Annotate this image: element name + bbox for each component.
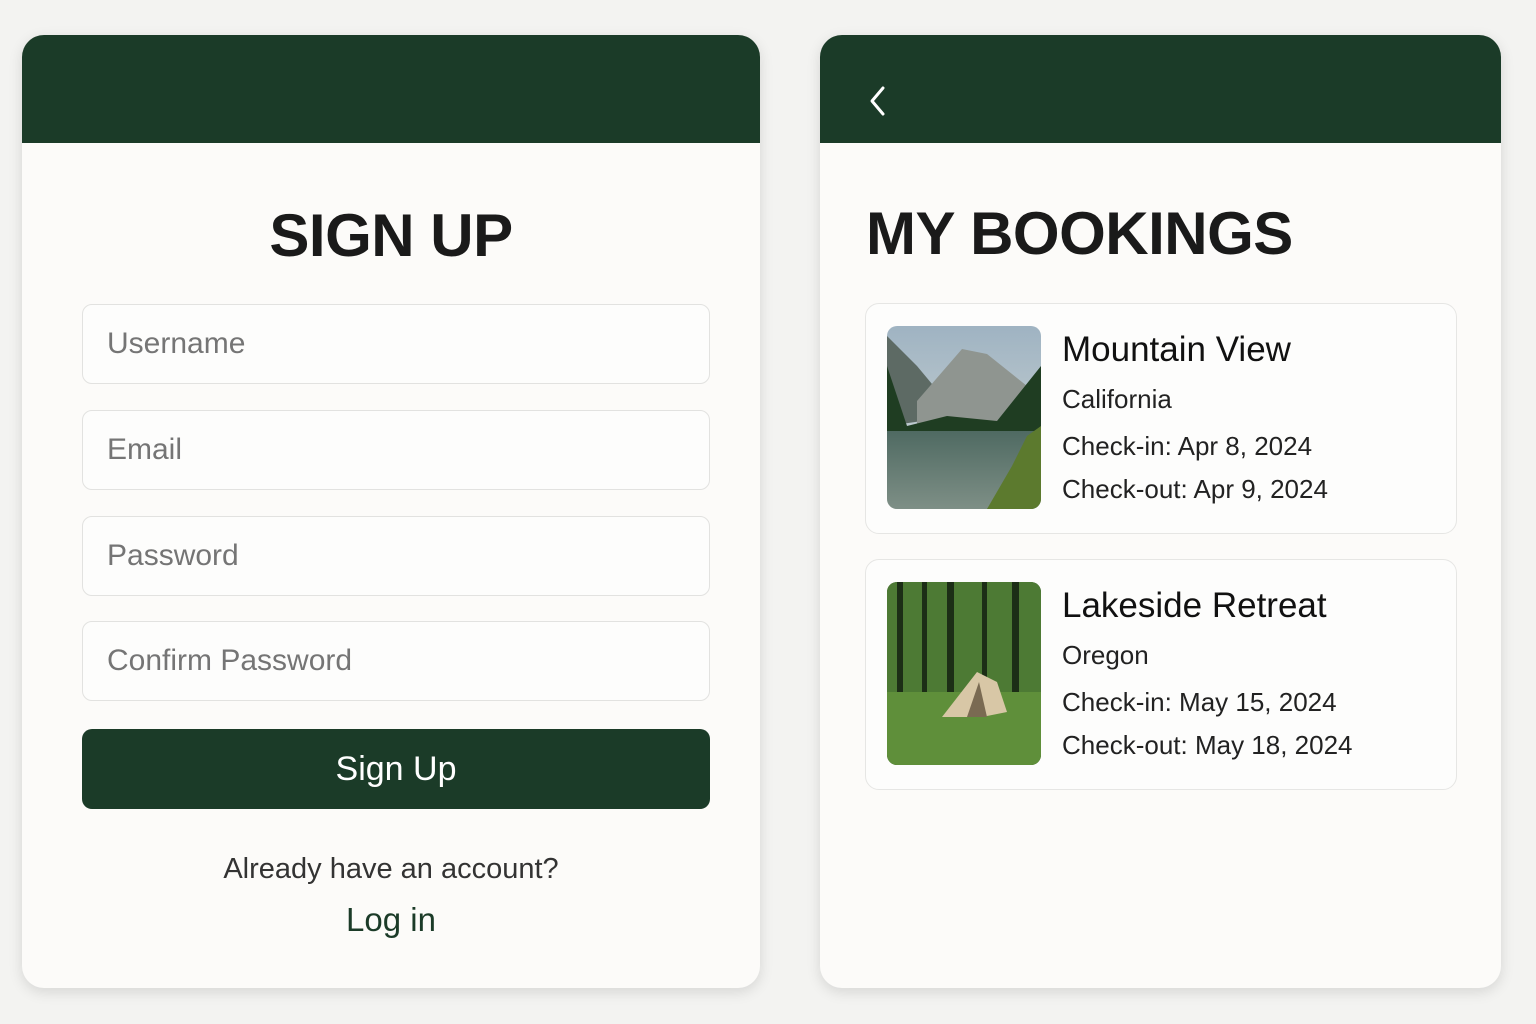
- confirm-password-input[interactable]: [82, 621, 710, 701]
- booking-card[interactable]: Lakeside Retreat Oregon Check-in: May 15…: [865, 559, 1457, 790]
- forest-tent-image: [887, 582, 1041, 765]
- page-title: SIGN UP: [269, 202, 513, 269]
- booking-checkin: Check-in: Apr 8, 2024: [1062, 431, 1313, 461]
- username-input[interactable]: [82, 304, 710, 384]
- email-input[interactable]: [82, 410, 710, 490]
- password-input[interactable]: [82, 516, 710, 596]
- login-link[interactable]: Log in: [22, 901, 760, 939]
- signup-header: [22, 35, 760, 143]
- booking-checkout: Check-out: May 18, 2024: [1062, 730, 1353, 760]
- chevron-left-icon[interactable]: [866, 83, 890, 119]
- booking-card[interactable]: Mountain View California Check-in: Apr 8…: [865, 303, 1457, 534]
- booking-name: Mountain View: [1062, 330, 1291, 369]
- bookings-panel: MY BOOKINGS Mountain View California Che…: [820, 35, 1501, 988]
- mountain-lake-image: [887, 326, 1041, 509]
- sign-up-button[interactable]: Sign Up: [82, 729, 710, 809]
- already-account-text: Already have an account?: [223, 853, 559, 885]
- signup-panel: SIGN UP Sign Up Already have an account?…: [22, 35, 760, 988]
- booking-location: Oregon: [1062, 640, 1149, 670]
- booking-checkin: Check-in: May 15, 2024: [1062, 687, 1337, 717]
- booking-checkout: Check-out: Apr 9, 2024: [1062, 474, 1328, 504]
- booking-location: California: [1062, 384, 1172, 414]
- bookings-header: [820, 35, 1501, 143]
- page-title: MY BOOKINGS: [866, 200, 1293, 267]
- booking-name: Lakeside Retreat: [1062, 586, 1327, 625]
